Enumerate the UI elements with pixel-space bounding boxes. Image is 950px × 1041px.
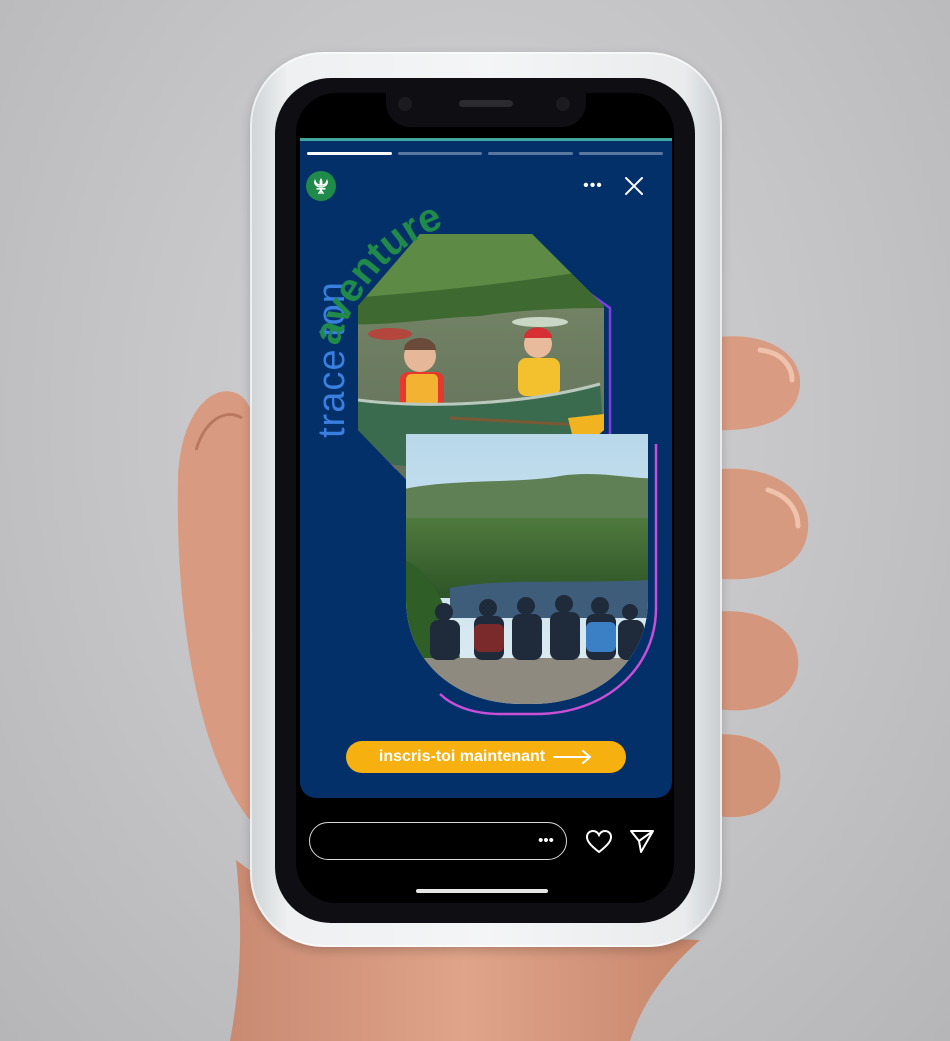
heart-icon	[585, 829, 613, 854]
arrow-right-icon	[553, 750, 592, 764]
front-camera	[556, 97, 570, 111]
story-artwork: trace ton aventure	[305, 194, 658, 716]
group-photo	[406, 434, 648, 704]
fleur-de-lis-icon	[314, 178, 328, 195]
home-indicator[interactable]	[416, 889, 548, 893]
send-icon	[630, 830, 654, 853]
reply-message-input[interactable]	[309, 822, 567, 860]
more-options-button[interactable]: •••	[580, 176, 606, 196]
close-button[interactable]	[620, 172, 648, 200]
profile-avatar[interactable]	[306, 171, 336, 201]
story-progress-bar	[307, 152, 663, 155]
more-dots-icon: •••	[583, 177, 603, 194]
cta-label: inscris-toi maintenant	[378, 748, 546, 765]
earpiece-speaker	[459, 100, 513, 107]
phone-notch	[386, 93, 586, 127]
progress-segment	[397, 152, 482, 155]
top-accent-line	[300, 138, 672, 141]
progress-segment	[578, 152, 663, 155]
share-button[interactable]	[627, 826, 657, 856]
photo-scene: ••• trace ton aventure inscris-toi maint…	[0, 0, 950, 1041]
progress-segment	[307, 152, 392, 155]
reply-more-button[interactable]: •••	[532, 832, 560, 850]
like-button[interactable]	[584, 827, 614, 857]
progress-segment	[488, 152, 573, 155]
more-dots-icon: •••	[538, 832, 554, 849]
close-icon	[625, 177, 643, 195]
signup-cta-button[interactable]: inscris-toi maintenant	[346, 741, 626, 773]
front-sensor	[398, 97, 412, 111]
